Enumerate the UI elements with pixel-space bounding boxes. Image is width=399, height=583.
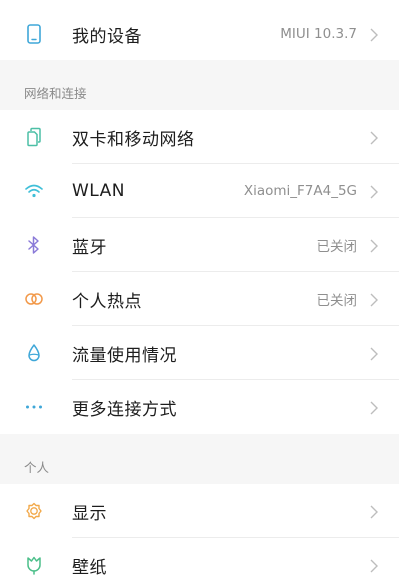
chevron-right-icon [369, 504, 379, 519]
chevron-right-icon [369, 400, 379, 415]
network-section-header: 网络和连接 [0, 60, 399, 110]
sim-cards-icon [24, 127, 44, 147]
display-row[interactable]: 显示 [0, 484, 399, 538]
wlan-network-value: Xiaomi_F7A4_5G [243, 183, 357, 199]
my-device-row[interactable]: 我的设备 MIUI 10.3.7 [0, 8, 399, 60]
data-usage-row[interactable]: 流量使用情况 [0, 326, 399, 380]
personal-card: 显示 壁纸 [0, 484, 399, 583]
device-card: 我的设备 MIUI 10.3.7 [0, 0, 399, 60]
chevron-right-icon [369, 292, 379, 307]
more-dots-icon [24, 397, 44, 417]
wifi-icon [24, 181, 44, 201]
hotspot-icon [24, 289, 44, 309]
chevron-right-icon [369, 558, 379, 573]
miui-version-value: MIUI 10.3.7 [280, 26, 357, 42]
chevron-right-icon [369, 346, 379, 361]
personal-section-header: 个人 [0, 434, 399, 484]
top-spacer [0, 0, 399, 8]
chevron-right-icon [369, 130, 379, 145]
wlan-row[interactable]: WLAN Xiaomi_F7A4_5G [0, 164, 399, 218]
chevron-right-icon [369, 27, 379, 42]
bluetooth-status-value: 已关闭 [316, 239, 358, 255]
more-connections-label: 更多连接方式 [72, 399, 177, 420]
chevron-right-icon [369, 184, 379, 199]
chevron-right-icon [369, 238, 379, 253]
display-label: 显示 [72, 503, 107, 524]
network-card: 双卡和移动网络 WLAN Xiaomi_F7A4_5G 蓝牙 已关闭 个人热点 … [0, 110, 399, 434]
dual-sim-row[interactable]: 双卡和移动网络 [0, 110, 399, 164]
settings-screen: 我的设备 MIUI 10.3.7 网络和连接 双卡和移动网络 WLAN Xiao… [0, 0, 399, 583]
hotspot-status-value: 已关闭 [316, 293, 358, 309]
bluetooth-row[interactable]: 蓝牙 已关闭 [0, 218, 399, 272]
wallpaper-tulip-icon [24, 555, 44, 575]
hotspot-row[interactable]: 个人热点 已关闭 [0, 272, 399, 326]
bluetooth-label: 蓝牙 [72, 237, 107, 258]
more-connections-row[interactable]: 更多连接方式 [0, 380, 399, 434]
phone-icon [24, 24, 44, 44]
wallpaper-label: 壁纸 [72, 557, 107, 578]
bluetooth-icon [24, 235, 44, 255]
data-usage-label: 流量使用情况 [72, 345, 177, 366]
dual-sim-label: 双卡和移动网络 [72, 129, 195, 150]
sun-icon [24, 501, 44, 521]
hotspot-label: 个人热点 [72, 291, 142, 312]
my-device-label: 我的设备 [72, 26, 142, 47]
data-drop-icon [24, 343, 44, 363]
wallpaper-row[interactable]: 壁纸 [0, 538, 399, 583]
wlan-label: WLAN [72, 181, 126, 201]
